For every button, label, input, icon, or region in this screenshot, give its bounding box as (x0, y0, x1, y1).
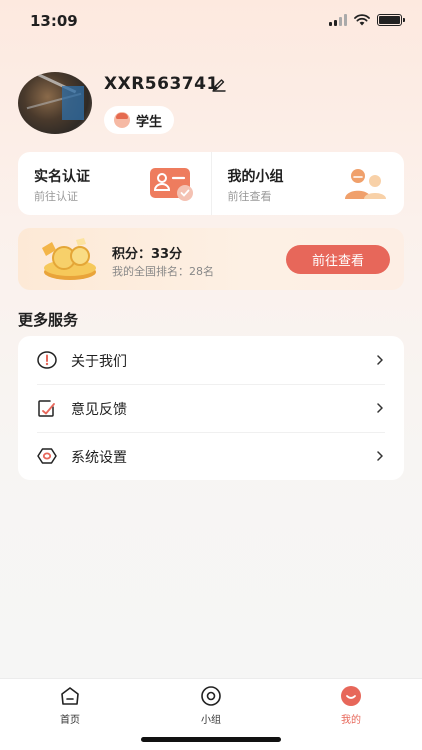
tab-group[interactable]: 小组 (181, 685, 241, 726)
status-icons (329, 14, 405, 26)
profile-icon (341, 686, 361, 706)
status-time: 13:09 (30, 12, 78, 30)
chevron-right-icon (377, 403, 383, 413)
menu-item-label: 意见反馈 (71, 402, 127, 418)
tab-label: 小组 (201, 715, 221, 726)
view-points-button[interactable]: 前往查看 (286, 245, 390, 274)
id-card-icon (149, 168, 193, 201)
settings-icon (37, 448, 57, 464)
info-icon (37, 351, 57, 369)
username: XXR563741 (104, 74, 219, 94)
real-name-auth-item[interactable]: 实名认证 前往认证 (18, 152, 211, 215)
points-title: 积分：33分 (112, 247, 183, 262)
my-group-item[interactable]: 我的小组 前往查看 (210, 152, 405, 215)
tab-home[interactable]: 首页 (40, 685, 100, 726)
menu-item-label: 系统设置 (71, 450, 127, 466)
menu-item-label: 关于我们 (71, 354, 127, 370)
tab-label: 首页 (60, 715, 80, 726)
group-icon (345, 169, 386, 199)
eye-icon (201, 686, 221, 706)
profile-header: XXR563741 学生 (18, 72, 404, 134)
chevron-right-icon (377, 451, 383, 461)
home-indicator (141, 737, 281, 742)
menu-item-settings[interactable]: 系统设置 (18, 432, 404, 480)
signal-icon (329, 14, 347, 26)
quick-actions-card: 实名认证 前往认证 我的小组 前往查看 (18, 152, 404, 215)
feedback-icon (38, 400, 55, 417)
quick-item-subtitle: 前往查看 (227, 190, 272, 203)
quick-item-subtitle: 前往认证 (34, 190, 78, 203)
role-label: 学生 (136, 114, 163, 130)
menu-item-feedback[interactable]: 意见反馈 (18, 384, 404, 432)
services-menu: 关于我们 意见反馈 系统设置 (18, 336, 404, 480)
tab-mine[interactable]: 我的 (321, 685, 381, 726)
battery-icon (377, 14, 405, 26)
status-bar: 13:09 (0, 0, 422, 44)
quick-item-title: 我的小组 (227, 169, 284, 185)
tab-label: 我的 (341, 715, 361, 726)
wifi-icon (354, 14, 370, 26)
tab-bar: 首页 小组 我的 (0, 678, 422, 750)
student-icon (114, 112, 130, 128)
avatar[interactable] (18, 72, 92, 134)
chevron-right-icon (377, 355, 383, 365)
quick-item-title: 实名认证 (34, 169, 90, 185)
menu-item-about[interactable]: 关于我们 (18, 336, 404, 384)
points-rank: 我的全国排名：28名 (112, 265, 214, 278)
role-badge: 学生 (104, 106, 175, 134)
home-icon (61, 687, 79, 705)
section-title: 更多服务 (18, 311, 79, 329)
gold-coins-icon (42, 238, 96, 280)
points-card: 积分：33分 我的全国排名：28名 前往查看 (18, 228, 404, 290)
edit-icon[interactable] (211, 76, 227, 92)
